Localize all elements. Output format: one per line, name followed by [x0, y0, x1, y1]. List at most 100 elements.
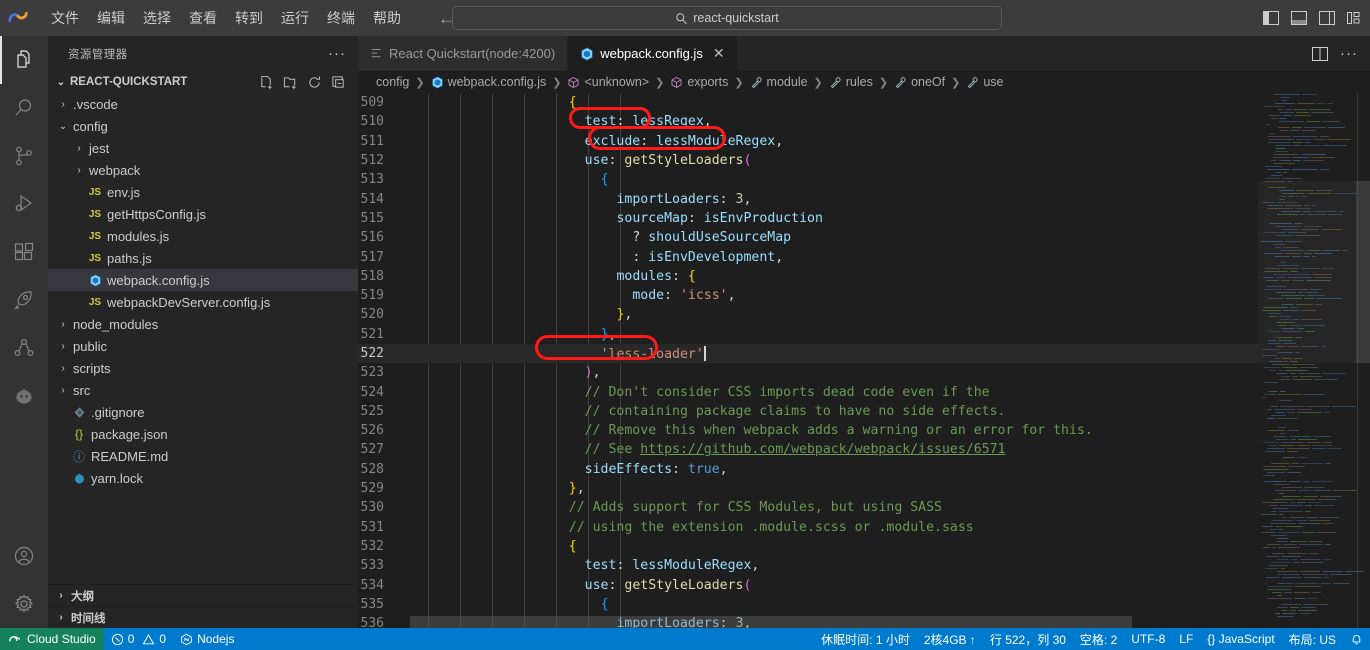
- activity-item-ai-assistant[interactable]: [0, 372, 48, 420]
- breadcrumb-item-oneof[interactable]: oneOf: [894, 75, 945, 89]
- status-cursor-position[interactable]: 行 522，列 30: [983, 628, 1073, 650]
- quick-search-input[interactable]: react-quickstart: [452, 6, 1002, 30]
- toggle-primary-sidebar-icon[interactable]: [1262, 9, 1280, 27]
- code-line-516[interactable]: 516 ? shouldUseSourceMap: [358, 228, 1258, 247]
- chevron-right-icon[interactable]: ›: [56, 363, 70, 374]
- tree-item-src[interactable]: › src: [48, 379, 358, 401]
- code-line-529[interactable]: 529 },: [358, 479, 1258, 498]
- code-line-525[interactable]: 525 // containing package claims to have…: [358, 402, 1258, 421]
- code-line-518[interactable]: 518 modules: {: [358, 267, 1258, 286]
- tree-item-config[interactable]: ⌄ config: [48, 115, 358, 137]
- menu-edit[interactable]: 编辑: [88, 4, 134, 32]
- code-line-517[interactable]: 517 : isEnvDevelopment,: [358, 247, 1258, 266]
- code-line-527[interactable]: 527 // See https://github.com/webpack/we…: [358, 440, 1258, 459]
- tab-webpack-config[interactable]: webpack.config.js ✕: [568, 36, 738, 71]
- menu-go[interactable]: 转到: [226, 4, 272, 32]
- customize-layout-icon[interactable]: [1346, 9, 1364, 27]
- code-scroll-area[interactable]: 509 {510 test: lessRegex, 511 exclude: le…: [358, 93, 1258, 628]
- code-line-528[interactable]: 528 sideEffects: true,: [358, 460, 1258, 479]
- status-encoding[interactable]: UTF-8: [1124, 628, 1172, 650]
- menu-help[interactable]: 帮助: [364, 4, 410, 32]
- tree-item-modules-js[interactable]: JS modules.js: [48, 225, 358, 247]
- activity-item-deploy[interactable]: [0, 276, 48, 324]
- tree-item-package-json[interactable]: {} package.json: [48, 423, 358, 445]
- tree-item-webpackdevserver-config-js[interactable]: JS webpackDevServer.config.js: [48, 291, 358, 313]
- minimap[interactable]: [1258, 93, 1370, 628]
- code-line-533[interactable]: 533 test: lessModuleRegex,: [358, 556, 1258, 575]
- breadcrumb-item-module[interactable]: module: [750, 75, 808, 89]
- code-line-526[interactable]: 526 // Remove this when webpack adds a w…: [358, 421, 1258, 440]
- sidebar-section-timeline[interactable]: › 时间线: [48, 606, 358, 628]
- breadcrumb-item-webpack-config-js[interactable]: webpack.config.js: [431, 75, 546, 89]
- tree-item-env-js[interactable]: JS env.js: [48, 181, 358, 203]
- menu-file[interactable]: 文件: [42, 4, 88, 32]
- tree-item-vscode[interactable]: › .vscode: [48, 93, 358, 115]
- breadcrumb-item-use[interactable]: use: [966, 75, 1004, 89]
- close-icon[interactable]: ✕: [713, 45, 725, 62]
- sidebar-section-outline[interactable]: › 大纲: [48, 584, 358, 606]
- status-problems[interactable]: 0 0: [104, 628, 173, 650]
- activity-item-settings[interactable]: [0, 580, 48, 628]
- chevron-right-icon[interactable]: ›: [56, 99, 70, 110]
- status-remote-host[interactable]: Cloud Studio: [0, 628, 104, 650]
- status-machine-spec[interactable]: 2核4GB ↑: [917, 628, 983, 650]
- menu-terminal[interactable]: 终端: [318, 4, 364, 32]
- status-keyboard-layout[interactable]: 布局: US: [1282, 628, 1343, 650]
- code-line-520[interactable]: 520 },: [358, 305, 1258, 324]
- tree-item-public[interactable]: › public: [48, 335, 358, 357]
- code-line-534[interactable]: 534 use: getStyleLoaders(: [358, 575, 1258, 594]
- chevron-right-icon[interactable]: ›: [56, 385, 70, 396]
- new-file-icon[interactable]: [259, 75, 274, 90]
- status-eol[interactable]: LF: [1172, 628, 1200, 650]
- editor-more-actions-icon[interactable]: ···: [1340, 45, 1358, 62]
- activity-item-run-and-debug[interactable]: [0, 180, 48, 228]
- activity-item-explorer[interactable]: [0, 36, 48, 84]
- code-line-511[interactable]: 511 exclude: lessModuleRegex,: [358, 132, 1258, 151]
- explorer-more-actions-icon[interactable]: ···: [328, 45, 346, 62]
- chevron-right-icon[interactable]: ›: [72, 165, 86, 176]
- tree-item-gethttpsconfig-js[interactable]: JS getHttpsConfig.js: [48, 203, 358, 225]
- tree-item-jest[interactable]: › jest: [48, 137, 358, 159]
- code-line-514[interactable]: 514 importLoaders: 3,: [358, 189, 1258, 208]
- status-indentation[interactable]: 空格: 2: [1073, 628, 1124, 650]
- activity-item-search[interactable]: [0, 84, 48, 132]
- code-line-523[interactable]: 523 ),: [358, 363, 1258, 382]
- breadcrumb-item-unknown[interactable]: <unknown>: [567, 75, 649, 89]
- workspace-root-row[interactable]: ⌄ REACT-QUICKSTART: [48, 71, 358, 93]
- activity-item-source-control[interactable]: [0, 132, 48, 180]
- tree-item-webpack-config-js[interactable]: webpack.config.js: [48, 269, 358, 291]
- split-editor-icon[interactable]: [1312, 46, 1328, 61]
- code-line-535[interactable]: 535 {: [358, 595, 1258, 614]
- tab-react-quickstart[interactable]: React Quickstart(node:4200): [358, 36, 569, 71]
- chevron-right-icon[interactable]: ›: [56, 341, 70, 352]
- code-line-522[interactable]: 522 'less-loader': [358, 343, 1258, 364]
- menu-run[interactable]: 运行: [272, 4, 318, 32]
- toggle-secondary-sidebar-icon[interactable]: [1318, 9, 1336, 27]
- new-folder-icon[interactable]: [283, 75, 298, 90]
- tree-item-webpack[interactable]: › webpack: [48, 159, 358, 181]
- refresh-icon[interactable]: [307, 75, 322, 90]
- status-notifications[interactable]: [1343, 628, 1370, 650]
- chevron-down-icon[interactable]: ⌄: [56, 121, 70, 132]
- activity-item-share[interactable]: [0, 324, 48, 372]
- code-line-509[interactable]: 509 {: [358, 93, 1258, 112]
- chevron-right-icon[interactable]: ›: [56, 319, 70, 330]
- code-line-512[interactable]: 512 use: getStyleLoaders(: [358, 151, 1258, 170]
- status-runtime[interactable]: Nodejs: [173, 628, 241, 650]
- code-line-519[interactable]: 519 mode: 'icss',: [358, 286, 1258, 305]
- tree-item-yarn-lock[interactable]: yarn.lock: [48, 467, 358, 489]
- tree-item-readme-md[interactable]: ⓘ README.md: [48, 445, 358, 467]
- tree-item-scripts[interactable]: › scripts: [48, 357, 358, 379]
- code-line-530[interactable]: 530 // Adds support for CSS Modules, but…: [358, 498, 1258, 517]
- tree-item-paths-js[interactable]: JS paths.js: [48, 247, 358, 269]
- code-line-515[interactable]: 515 sourceMap: isEnvProduction: [358, 209, 1258, 228]
- menu-view[interactable]: 查看: [180, 4, 226, 32]
- chevron-right-icon[interactable]: ›: [72, 143, 86, 154]
- breadcrumb-item-config[interactable]: config: [376, 75, 409, 89]
- breadcrumb-item-exports[interactable]: exports: [670, 75, 728, 89]
- tree-item-gitignore[interactable]: .gitignore: [48, 401, 358, 423]
- status-language-mode[interactable]: {} JavaScript: [1200, 628, 1281, 650]
- code-line-521[interactable]: 521 },: [358, 325, 1258, 344]
- activity-item-accounts[interactable]: [0, 532, 48, 580]
- horizontal-scrollbar[interactable]: [410, 616, 1132, 628]
